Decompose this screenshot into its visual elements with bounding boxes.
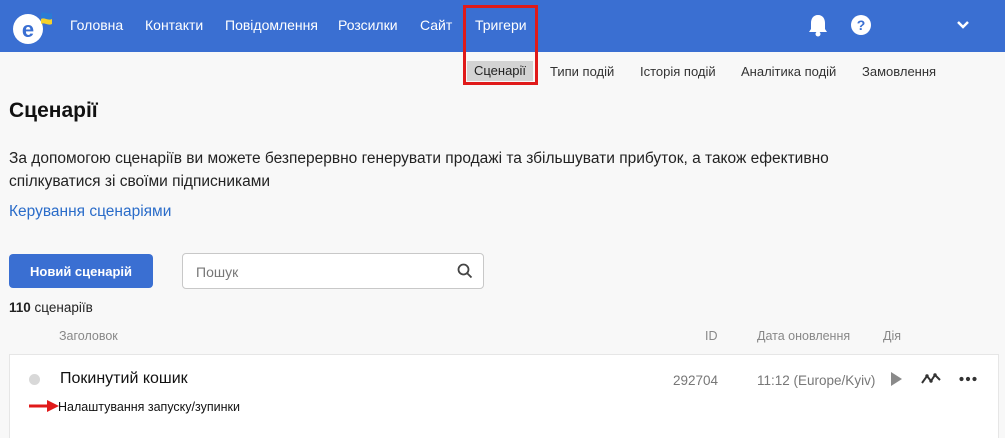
annotation-label: Налаштування запуску/зупинки <box>58 400 240 414</box>
column-updated[interactable]: Дата оновлення <box>757 329 850 343</box>
search-box <box>182 253 484 289</box>
nav-messages[interactable]: Повідомлення <box>225 17 318 33</box>
more-icon[interactable] <box>958 369 978 389</box>
table-row[interactable]: Покинутий кошик 292704 11:12 (Europe/Kyi… <box>9 354 999 438</box>
page-description: За допомогою сценаріїв ви можете безпере… <box>9 150 829 190</box>
manage-scenarios-link[interactable]: Керування сценаріями <box>9 203 171 221</box>
svg-text:e: e <box>22 17 34 42</box>
column-action: Дія <box>883 329 902 343</box>
nav-home[interactable]: Головна <box>70 17 123 33</box>
scenario-count-number: 110 <box>9 300 31 315</box>
nav-campaigns[interactable]: Розсилки <box>338 17 398 33</box>
subnav-event-history[interactable]: Історія подій <box>640 64 716 79</box>
play-icon[interactable] <box>886 369 906 389</box>
column-title[interactable]: Заголовок <box>59 329 118 343</box>
scenario-count: 110 сценаріїв <box>9 300 93 315</box>
page-title: Сценарії <box>9 99 98 122</box>
new-scenario-button[interactable]: Новий сценарій <box>9 254 153 288</box>
nav-site[interactable]: Сайт <box>420 17 452 33</box>
subnav-orders[interactable]: Замовлення <box>862 64 936 79</box>
search-icon[interactable] <box>457 263 473 279</box>
subnav-scenarios[interactable]: Сценарії <box>467 61 533 81</box>
subnav-event-analytics[interactable]: Аналітика подій <box>741 64 836 79</box>
nav-contacts[interactable]: Контакти <box>145 17 203 33</box>
bell-icon[interactable] <box>807 13 829 37</box>
search-input[interactable] <box>196 262 446 282</box>
stats-icon[interactable] <box>921 369 941 389</box>
logo-icon[interactable]: e <box>8 8 56 46</box>
help-icon[interactable]: ? <box>851 15 871 35</box>
scenario-title[interactable]: Покинутий кошик <box>60 370 188 388</box>
arrow-right-icon <box>29 400 59 412</box>
scenario-id: 292704 <box>673 373 719 388</box>
status-indicator <box>29 374 40 385</box>
column-id[interactable]: ID <box>705 329 718 343</box>
subnav-event-types[interactable]: Типи подій <box>550 64 614 79</box>
subnav-scenarios-label: Сценарії <box>473 63 527 78</box>
chevron-down-icon[interactable] <box>956 20 970 30</box>
scenario-updated: 11:12 (Europe/Kyiv) <box>757 373 876 388</box>
scenario-count-label: сценаріїв <box>34 300 93 315</box>
